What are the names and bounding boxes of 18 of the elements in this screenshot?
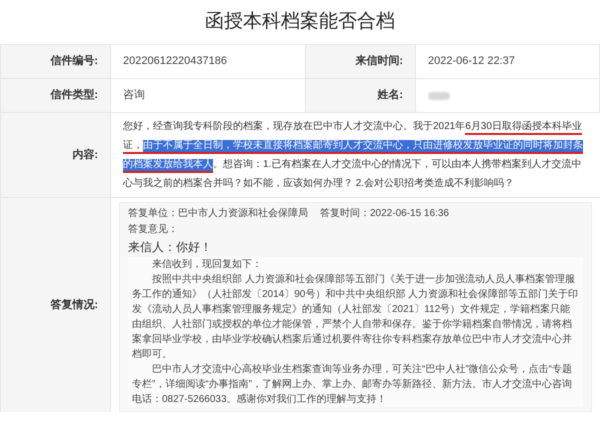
reply-unit: 答复单位：巴中市人力资源和社会保障局 [128,206,308,221]
reply-opinion-label: 答复意见： [128,222,179,237]
field-label: 姓名: [377,88,403,104]
field-label: 来信时间: [355,54,403,70]
field-value: 咨询 [123,88,145,104]
letter-content: 您好，经查询我专科阶段的档案，现存放在巴中市人才交流中心。我于2021年6月30日取得函授本科毕业证，由于不属于全日制，学校未直接将档案邮寄到人才交流中心，只由进修校发放毕业证的同时将加封条的档案发放给我本人。想咨询：1.已有档案在人才交流中心的情况下，可以由本人携带档案到人才交流中心与我之前的档案合并吗？如不能，应该如何办理？ 2.会对公职招考类造成不利影响吗？ [123,120,584,191]
field-value: 20220612220437186 [123,54,228,70]
reply-greeting: 来信人：你好！ [128,239,213,256]
page-title: 函授本科档案能否合档 [205,10,395,34]
field-label: 内容: [72,148,98,163]
reply-paragraph: 按照中共中央组织部 人力资源和社会保障部等五部门《关于进一步加强流动人员人事档案管理服务工作的通知》（人社部发〔2014〕90号）和中共中央组织部 人力资源和社会保障部等五部门关于印发《流动人员人事档案管理服务规定》的通知（人社部发〔2021〕112号）文件规定，学籍档案只能由组织、人社部门或授权的单位才能保管，严禁个人自带和保存。鉴于你学籍档案自带情况，请将档案拿回毕业学校，由毕业学校确认档案后通过机要件寄往你专科档案存放单位巴中市人才交流中心并档即可。 [132,272,579,362]
field-label: 答复情况: [50,298,98,313]
field-value: 2022-06-12 22:37 [428,54,515,70]
reply-paragraph: 来信收到，现回复如下： [151,258,263,272]
field-label: 信件编号: [50,54,98,70]
field-label: 信件类型: [50,88,98,104]
reply-time: 答复时间：2022-06-15 16:36 [320,206,449,221]
reply-paragraph: 巴中市人才交流中心高校毕业生档案查询等业务办理，可关注“巴中人社”微信公众号，点击“专题专栏”，详细阅读“办事指南”，了解网上办、掌上办、邮寄办等新路径、新方法。市人才交流中心咨询电话：0827-5266033。感谢你对我们工作的理解与支持！ [132,362,573,407]
